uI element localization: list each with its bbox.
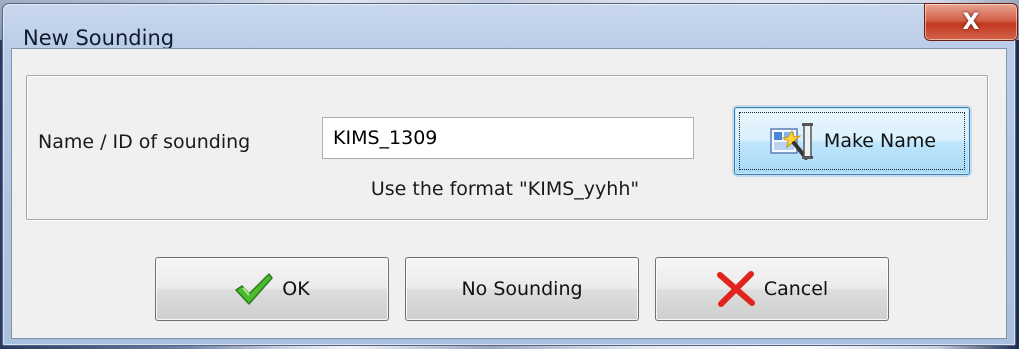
make-name-button[interactable]: Make Name [734,107,970,175]
close-icon: X [962,9,980,35]
no-sounding-button[interactable]: No Sounding [405,257,639,321]
close-button[interactable]: X [924,3,1018,41]
dialog-client-area: Name / ID of sounding Make Name Use [11,48,1007,339]
window-title: New Sounding [23,26,175,50]
name-id-label: Name / ID of sounding [38,131,251,153]
make-name-label: Make Name [823,130,937,152]
cancel-label: Cancel [763,278,829,300]
cancel-button[interactable]: Cancel [655,257,889,321]
sounding-name-input[interactable] [322,117,694,159]
ok-label: OK [282,278,310,300]
format-hint: Use the format "KIMS_yyhh" [370,178,640,200]
checkmark-icon [234,272,274,306]
red-x-icon [716,271,756,307]
ok-button[interactable]: OK [155,257,389,321]
new-sounding-dialog: New Sounding X Name / ID of sounding KIM… [2,3,1018,346]
magic-wand-icon [768,121,816,161]
no-sounding-label: No Sounding [461,278,583,300]
